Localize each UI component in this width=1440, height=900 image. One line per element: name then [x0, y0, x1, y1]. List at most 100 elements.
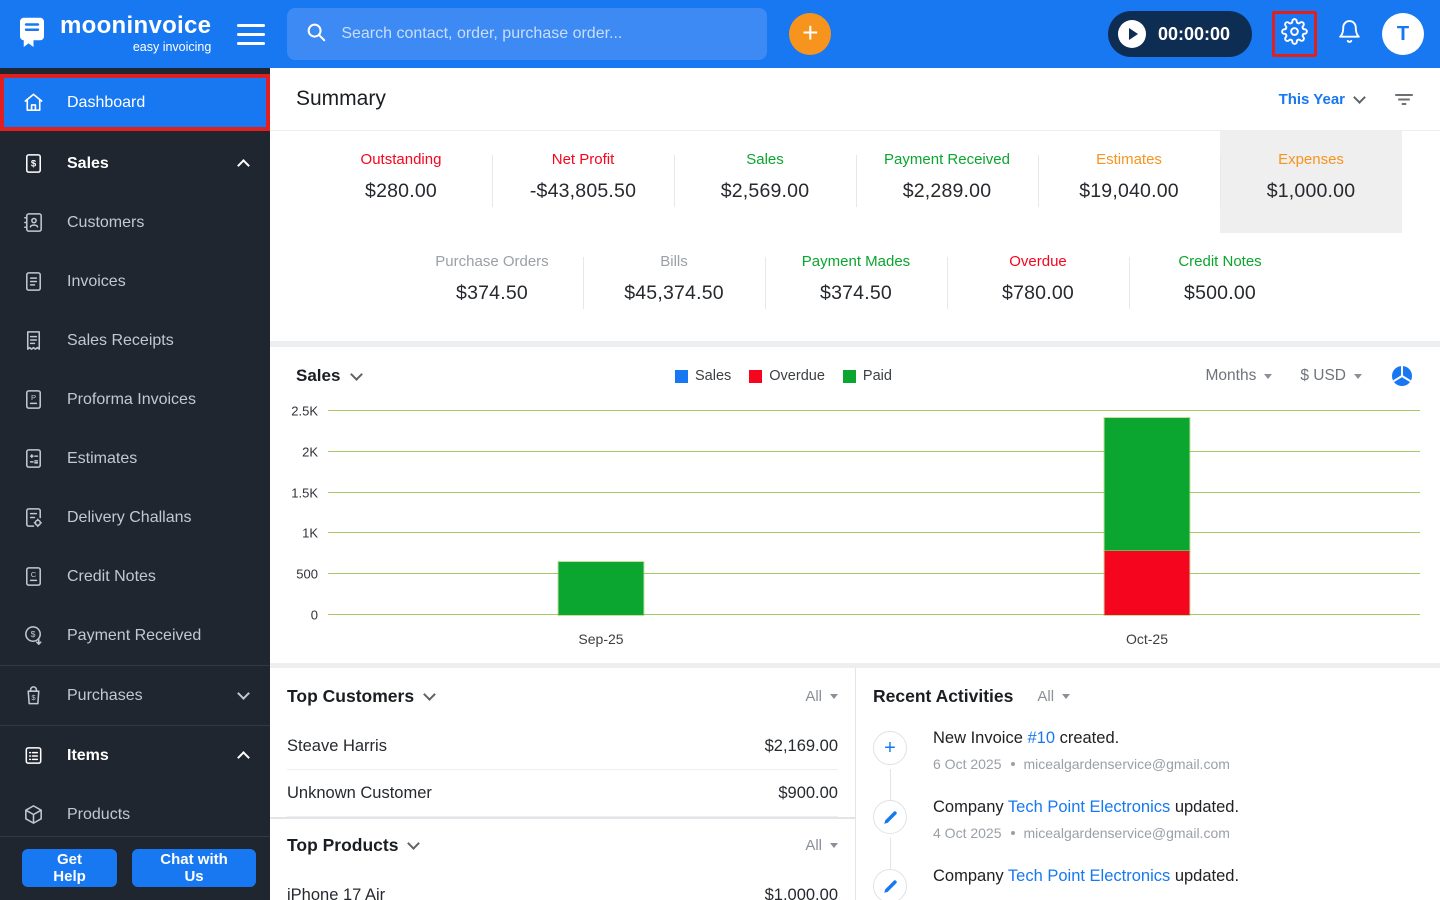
triangle-down-icon: [830, 694, 838, 699]
sidebar-item-customers[interactable]: Customers: [0, 193, 270, 252]
legend-paid[interactable]: Paid: [842, 368, 892, 384]
stat-purchase-orders[interactable]: Purchase Orders $374.50: [401, 233, 583, 335]
sidebar-item-delivery-challans[interactable]: Delivery Challans: [0, 488, 270, 547]
sidebar-item-credit-notes[interactable]: C Credit Notes: [0, 547, 270, 606]
stat-payment-received[interactable]: Payment Received $2,289.00: [856, 131, 1038, 233]
pie-chart-icon[interactable]: [1390, 364, 1414, 388]
proforma-invoice-icon: P: [26, 390, 41, 409]
y-tick-label: 2K: [302, 444, 318, 460]
invoice-link[interactable]: #10: [1027, 729, 1055, 747]
top-products-dropdown[interactable]: Top Products: [287, 835, 421, 856]
svg-text:C: C: [31, 570, 37, 579]
triangle-down-icon: [830, 843, 838, 848]
customer-row[interactable]: Unknown Customer $900.00: [287, 770, 838, 817]
user-avatar[interactable]: T: [1382, 13, 1424, 55]
gear-icon[interactable]: [1281, 18, 1308, 50]
y-tick-label: 1.5K: [291, 485, 318, 501]
activity-item: Company Tech Point Electronics updated.: [873, 867, 1423, 900]
stat-outstanding[interactable]: Outstanding $280.00: [310, 131, 492, 233]
triangle-down-icon: [1062, 694, 1071, 699]
gridline: [328, 410, 1420, 411]
pencil-circle-icon: [873, 869, 907, 900]
stat-expenses[interactable]: Expenses $1,000.00: [1220, 131, 1402, 233]
summary-row-1: Outstanding $280.00 Net Profit -$43,805.50…: [270, 131, 1440, 233]
chevron-down-icon: [237, 687, 250, 700]
chat-with-us-button[interactable]: Chat with Us: [132, 849, 256, 887]
sales-document-icon: $: [26, 154, 41, 173]
sidebar-item-purchases[interactable]: $ Purchases: [0, 666, 270, 725]
product-row[interactable]: iPhone 17 Air $1,000.00: [287, 872, 838, 900]
legend-sales[interactable]: Sales: [675, 368, 731, 384]
company-link[interactable]: Tech Point Electronics: [1008, 798, 1170, 816]
sidebar-item-proforma-invoices[interactable]: P Proforma Invoices: [0, 370, 270, 429]
sidebar-item-estimates[interactable]: Estimates: [0, 429, 270, 488]
activities-filter-dropdown[interactable]: All: [1037, 688, 1071, 705]
top-products-filter-dropdown[interactable]: All: [805, 837, 838, 854]
stat-sales[interactable]: Sales $2,569.00: [674, 131, 856, 233]
gridline: [328, 532, 1420, 534]
recent-activities-panel: Recent Activities All + New Invoice #10 …: [855, 668, 1440, 900]
purchases-bag-icon: $: [27, 686, 40, 705]
stat-estimates[interactable]: Estimates $19,040.00: [1038, 131, 1220, 233]
legend-swatch: [675, 369, 688, 383]
sidebar-item-invoices[interactable]: Invoices: [0, 252, 270, 311]
sidebar-item-items[interactable]: Items: [0, 726, 270, 785]
plus-circle-icon: +: [873, 731, 907, 765]
invoice-icon: [26, 272, 41, 291]
summary-section: Summary This Year Outstanding $280.00 Net…: [270, 68, 1440, 341]
notifications-bell-icon[interactable]: [1337, 19, 1362, 49]
top-customers-filter-dropdown[interactable]: All: [805, 688, 838, 705]
stat-overdue[interactable]: Overdue $780.00: [947, 233, 1129, 335]
top-customers-dropdown[interactable]: Top Customers: [287, 686, 436, 707]
legend-swatch: [842, 369, 856, 383]
filter-icon[interactable]: [1394, 89, 1414, 109]
play-icon[interactable]: [1117, 20, 1146, 48]
bar-chart-plot-area: 0 500 1K 1.5K 2K 2.5K: [291, 404, 1420, 623]
triangle-down-icon: [1264, 373, 1273, 379]
legend-swatch: [749, 369, 763, 383]
bottom-panels: Top Customers All Steave Harris $2,169.00…: [270, 668, 1440, 900]
currency-dropdown[interactable]: $ USD: [1300, 367, 1362, 385]
sidebar-item-products[interactable]: Products: [0, 785, 270, 836]
sidebar-item-payment-received[interactable]: $ Payment Received: [0, 606, 270, 665]
stat-bills[interactable]: Bills $45,374.50: [583, 233, 765, 335]
customers-icon: [24, 213, 42, 232]
sidebar-item-dashboard[interactable]: Dashboard: [0, 74, 270, 131]
bar-segment-overdue[interactable]: [1104, 551, 1190, 615]
timer-value: 00:00:00: [1157, 23, 1230, 44]
gridline: [328, 573, 1420, 575]
time-tracker[interactable]: 00:00:00: [1107, 11, 1252, 57]
sidebar-item-sales[interactable]: $ Sales: [0, 134, 270, 193]
bar-segment-paid[interactable]: [558, 561, 644, 615]
company-link[interactable]: Tech Point Electronics: [1008, 867, 1170, 885]
chevron-up-icon: [237, 751, 250, 764]
home-icon: [24, 93, 43, 111]
y-tick-label: 500: [296, 566, 318, 582]
sidebar-item-sales-receipts[interactable]: Sales Receipts: [0, 311, 270, 370]
period-dropdown[interactable]: This Year: [1279, 91, 1366, 108]
mooninvoice-logo-icon: [14, 14, 50, 55]
x-tick-label: Oct-25: [1125, 631, 1169, 647]
search-input[interactable]: [341, 25, 750, 43]
recent-activities-title: Recent Activities: [873, 686, 1014, 706]
svg-text:$: $: [31, 629, 36, 639]
hamburger-menu-icon[interactable]: [237, 23, 266, 45]
gridline: [328, 614, 1420, 615]
quick-add-button[interactable]: +: [789, 13, 832, 55]
moon-invoice-app: mooninvoice easy invoicing + 00:00:00: [0, 0, 1440, 900]
bar-column-Sep-25: [558, 561, 644, 615]
brand-logo[interactable]: mooninvoice easy invoicing: [14, 14, 211, 55]
stat-net-profit[interactable]: Net Profit -$43,805.50: [492, 131, 674, 233]
stat-credit-notes[interactable]: Credit Notes $500.00: [1129, 233, 1311, 335]
chart-type-dropdown[interactable]: Sales: [296, 366, 364, 386]
get-help-button[interactable]: Get Help: [22, 849, 118, 887]
bar-segment-paid[interactable]: [1104, 417, 1190, 552]
svg-text:$: $: [31, 158, 37, 169]
estimates-calculator-icon: [26, 449, 41, 468]
legend-overdue[interactable]: Overdue: [749, 368, 825, 384]
interval-dropdown[interactable]: Months: [1206, 367, 1273, 385]
stat-payment-mades[interactable]: Payment Mades $374.50: [765, 233, 947, 335]
customer-row[interactable]: Steave Harris $2,169.00: [287, 723, 838, 770]
y-tick-label: 1K: [302, 525, 318, 541]
main-content: Summary This Year Outstanding $280.00 Net…: [270, 68, 1440, 900]
